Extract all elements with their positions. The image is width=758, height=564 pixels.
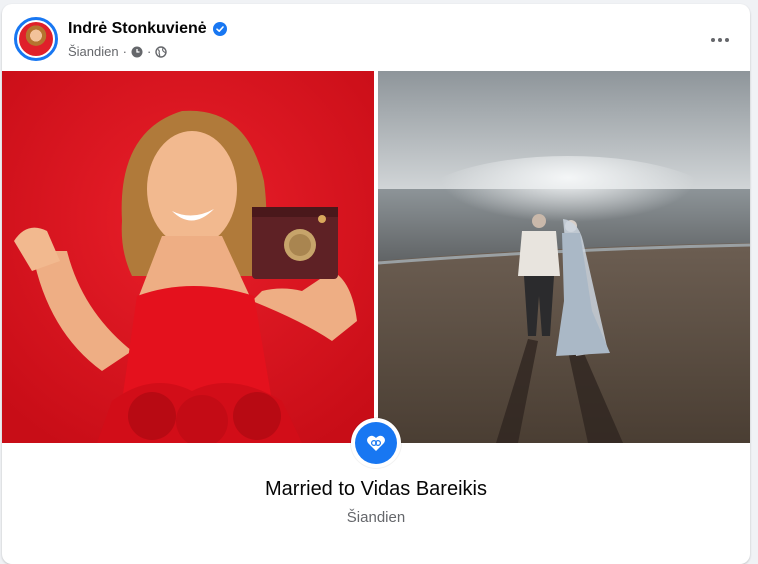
globe-icon[interactable] xyxy=(155,45,167,58)
heart-rings-icon xyxy=(355,422,397,464)
post-timestamp[interactable]: Šiandien xyxy=(68,44,119,59)
clock-icon xyxy=(131,46,143,58)
author-name[interactable]: Indrė Stonkuvienė xyxy=(68,20,207,38)
author-avatar-button[interactable] xyxy=(14,17,58,61)
life-event-badge xyxy=(351,418,401,468)
meta-separator-2: · xyxy=(146,44,152,59)
more-options-button[interactable] xyxy=(702,22,738,58)
meta-separator: · xyxy=(122,44,127,59)
post-meta: Šiandien · · xyxy=(68,44,167,59)
post-card: Indrė Stonkuvienė Šiandien · · Married t… xyxy=(2,4,750,564)
photo-couple-on-beach[interactable] xyxy=(378,71,750,443)
photo-grid xyxy=(2,71,750,443)
verified-badge-icon xyxy=(212,22,227,36)
post-header: Indrė Stonkuvienė Šiandien · · xyxy=(2,4,750,70)
life-event-title: Married to Vidas Bareikis xyxy=(265,478,487,500)
life-event-date: Šiandien xyxy=(346,509,406,526)
author-name-row: Indrė Stonkuvienė xyxy=(68,20,227,38)
avatar xyxy=(19,22,53,56)
photo-woman-with-gift-box[interactable] xyxy=(2,71,374,443)
more-horizontal-icon xyxy=(711,38,729,42)
